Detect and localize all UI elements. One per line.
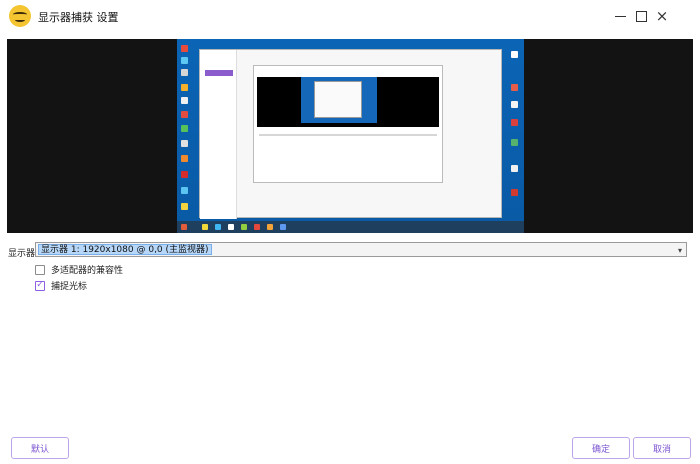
captured-taskbar	[177, 221, 524, 233]
app-logo-icon	[9, 5, 31, 27]
window-title: 显示器捕获 设置	[38, 11, 119, 24]
title-bar: 显示器捕获 设置 ×	[0, 0, 700, 32]
captured-app-window	[199, 49, 502, 219]
ok-button[interactable]: 确定	[572, 437, 630, 459]
multi-adapter-checkbox[interactable]	[35, 264, 45, 275]
display-preview	[7, 39, 693, 233]
capture-cursor-label: 捕捉光标	[51, 282, 88, 292]
cancel-button[interactable]: 取消	[633, 437, 691, 459]
default-button[interactable]: 默认	[11, 437, 69, 459]
multi-adapter-label: 多适配器的兼容性	[51, 266, 124, 276]
captured-settings-dialog	[253, 65, 443, 183]
maximize-button[interactable]	[631, 6, 651, 26]
capture-cursor-option[interactable]: ✓ 捕捉光标	[35, 279, 87, 292]
minimize-button[interactable]	[610, 6, 630, 26]
display-select[interactable]: 显示器 1: 1920x1080 @ 0,0 (主监视器) ▾	[35, 242, 687, 257]
multi-adapter-option[interactable]: 多适配器的兼容性	[35, 263, 123, 276]
display-label: 显示器	[8, 249, 36, 259]
chevron-down-icon: ▾	[677, 246, 682, 255]
captured-desktop-image	[177, 39, 524, 233]
selected-display-value: 显示器 1: 1920x1080 @ 0,0 (主监视器)	[38, 244, 212, 255]
check-icon: ✓	[36, 280, 44, 290]
close-button[interactable]: ×	[652, 6, 672, 26]
capture-cursor-checkbox[interactable]: ✓	[35, 280, 45, 291]
